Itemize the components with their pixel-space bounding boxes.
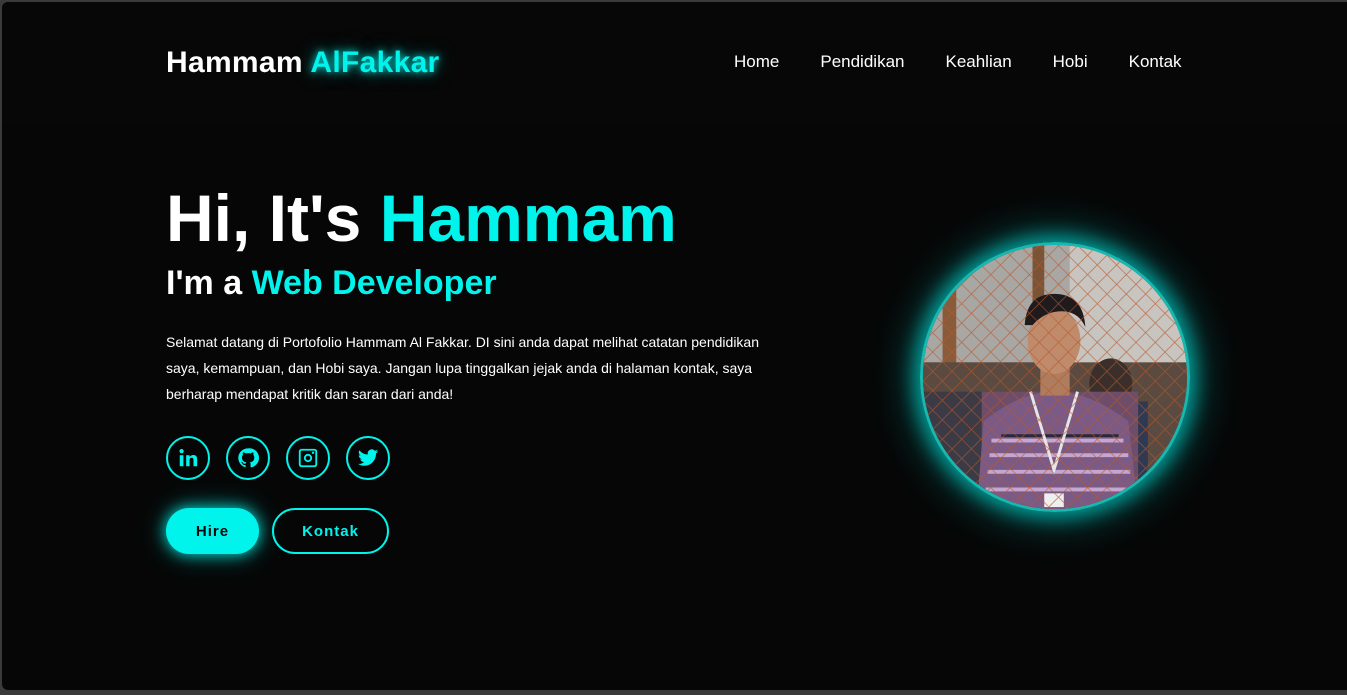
nav-hobi[interactable]: Hobi — [1053, 52, 1088, 72]
twitter-icon — [357, 449, 379, 466]
contact-button[interactable]: Kontak — [272, 508, 389, 554]
social-links — [166, 436, 406, 480]
instagram-link[interactable] — [286, 436, 330, 480]
hero-description: Selamat datang di Portofolio Hammam Al F… — [166, 334, 759, 402]
site-logo[interactable]: Hammam AlFakkar — [166, 46, 440, 80]
main-nav: Home Pendidikan Keahlian Hobi Kontak — [734, 52, 1182, 72]
twitter-link[interactable] — [346, 436, 390, 480]
hero-name: Hammam — [379, 181, 677, 255]
nav-pendidikan[interactable]: Pendidikan — [820, 52, 904, 72]
hero-title: Hi, It's Hammam — [166, 180, 677, 256]
header: Hammam AlFakkar Home Pendidikan Keahlian… — [2, 2, 1347, 124]
hero-subtitle: I'm a Web Developer — [166, 263, 497, 303]
logo-accent: AlFakkar — [310, 46, 440, 79]
hire-button[interactable]: Hire — [166, 508, 259, 554]
logo-name: Hammam — [166, 46, 303, 79]
linkedin-icon — [179, 449, 198, 467]
role-title: Web Developer — [251, 264, 497, 302]
profile-photo-illustration — [923, 245, 1187, 509]
nav-keahlian[interactable]: Keahlian — [945, 52, 1011, 72]
role-prefix: I'm a — [166, 264, 243, 302]
nav-kontak[interactable]: Kontak — [1129, 52, 1182, 72]
linkedin-link[interactable] — [166, 436, 210, 480]
profile-photo — [920, 242, 1190, 512]
hero-greeting: Hi, It's — [166, 181, 362, 255]
github-link[interactable] — [226, 436, 270, 480]
github-icon — [238, 448, 259, 468]
nav-home[interactable]: Home — [734, 52, 779, 72]
page: Hammam AlFakkar Home Pendidikan Keahlian… — [2, 2, 1347, 690]
instagram-icon — [298, 448, 318, 468]
